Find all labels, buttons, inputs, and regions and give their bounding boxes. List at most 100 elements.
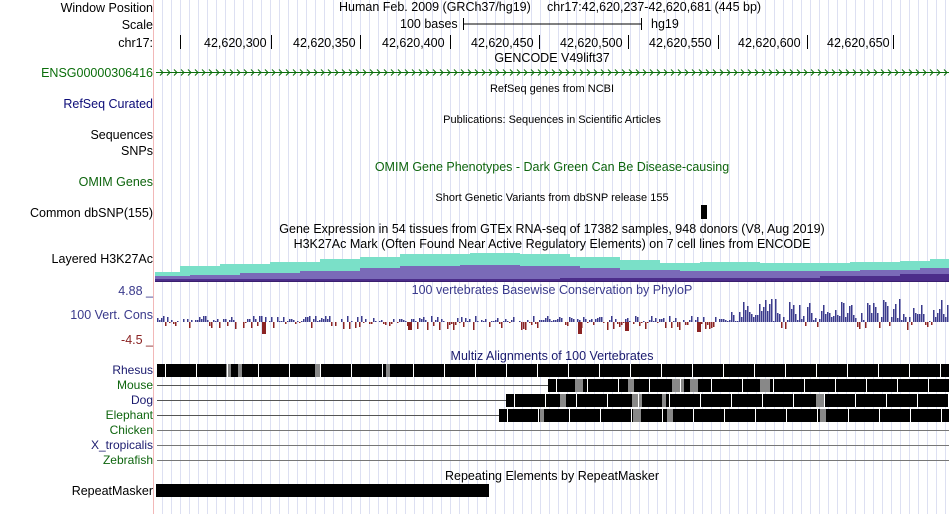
- dbsnp-track-label[interactable]: Common dbSNP(155): [30, 206, 153, 220]
- cons-bar: [711, 322, 713, 328]
- cons-bar: [795, 314, 797, 322]
- cons-bar: [369, 322, 371, 324]
- multiz-gap: [669, 394, 670, 407]
- cons-bar: [321, 318, 323, 322]
- cons-bar: [229, 320, 231, 322]
- cons-bar: [723, 319, 725, 322]
- multiz-gap: [672, 379, 684, 392]
- cons-bar: [169, 322, 171, 323]
- cons-bar: [403, 320, 405, 322]
- repeatmasker-track-label[interactable]: RepeatMasker: [72, 484, 153, 498]
- cons-bar: [262, 322, 266, 334]
- cons-bar: [577, 319, 579, 322]
- genome-browser-image[interactable]: Window Position Scale chr17: Human Feb. …: [0, 0, 950, 514]
- cons-bar: [659, 319, 661, 322]
- multiz-track-title: Multiz Alignments of 100 Vertebrates: [450, 349, 654, 363]
- cons-bar: [227, 322, 229, 326]
- multiz-gap: [855, 394, 856, 407]
- cons-bar: [177, 321, 179, 322]
- cons-bar: [311, 322, 313, 328]
- cons-bar: [249, 319, 251, 322]
- multiz-gap: [537, 364, 538, 377]
- cons-bar: [855, 318, 857, 322]
- cons-bar: [521, 322, 523, 330]
- cons-bar: [349, 322, 351, 329]
- multiz-gap: [848, 409, 849, 422]
- multiz-gap: [755, 409, 756, 422]
- multiz-gap: [742, 379, 743, 392]
- refseq-track-label[interactable]: RefSeq Curated: [63, 97, 153, 111]
- gencode-track-title: GENCODE V49lift37: [494, 51, 610, 65]
- cons-bar: [871, 313, 873, 322]
- species-label-chicken[interactable]: Chicken: [110, 423, 153, 437]
- species-label-dog[interactable]: Dog: [131, 393, 153, 407]
- cons-bar: [587, 322, 589, 323]
- multiz-gap: [886, 394, 887, 407]
- multiz-gap: [600, 409, 601, 422]
- cons-bar: [495, 320, 497, 322]
- multiz-gap: [866, 379, 867, 392]
- cons-bar: [813, 320, 815, 322]
- multiz-gap: [514, 394, 515, 407]
- cons-bar: [601, 317, 603, 322]
- sequences-track-label[interactable]: Sequences: [90, 128, 153, 142]
- cons-bar: [217, 319, 219, 322]
- cons-bar: [897, 318, 899, 322]
- multiz-gap: [762, 394, 763, 407]
- cons-bar: [473, 322, 475, 330]
- cons-bar: [617, 322, 619, 324]
- cons-bar: [233, 320, 235, 322]
- cons-bar: [757, 315, 759, 322]
- cons-bar: [523, 322, 525, 329]
- cons-bar: [305, 317, 307, 322]
- cons-bar: [547, 316, 549, 322]
- cons-bar: [469, 319, 471, 322]
- dbsnp-variant: [701, 205, 707, 219]
- multiz-gap: [816, 394, 824, 407]
- cons-track-label[interactable]: 100 Vert. Cons: [70, 308, 153, 322]
- h3k27ac-track-label[interactable]: Layered H3K27Ac: [52, 252, 153, 266]
- cons-bar: [817, 322, 819, 327]
- multiz-gap: [196, 364, 197, 377]
- cons-bar: [603, 322, 605, 323]
- cons-bar: [437, 317, 439, 322]
- cons-bar: [299, 322, 301, 323]
- cons-bar: [451, 322, 453, 324]
- cons-bar: [211, 322, 213, 328]
- cons-bar: [365, 319, 367, 322]
- cons-bar: [619, 322, 621, 327]
- cons-bar: [889, 322, 891, 326]
- snps-track-label[interactable]: SNPs: [121, 144, 153, 158]
- cons-min-label: -4.5 _: [121, 333, 153, 347]
- species-label-rhesus[interactable]: Rhesus: [112, 363, 153, 377]
- cons-bar: [673, 321, 675, 322]
- cons-bar: [857, 322, 859, 327]
- omim-track-label[interactable]: OMIM Genes: [79, 175, 153, 189]
- cons-bar: [685, 322, 687, 325]
- cons-bar: [739, 312, 741, 322]
- cons-bar: [491, 321, 493, 322]
- cons-bar: [505, 319, 507, 322]
- cons-bar: [761, 311, 763, 322]
- gencode-gene-label[interactable]: ENSG00000306416: [41, 66, 153, 80]
- cons-bar: [541, 320, 543, 322]
- cons-bar: [913, 308, 915, 322]
- cons-bar: [917, 314, 919, 322]
- species-label-mouse[interactable]: Mouse: [117, 378, 153, 392]
- multiz-gap: [878, 364, 879, 377]
- cons-bar: [655, 318, 657, 322]
- species-label-zebrafish[interactable]: Zebrafish: [103, 453, 153, 467]
- cons-bar: [261, 316, 263, 322]
- cons-bar: [257, 322, 259, 326]
- cons-bar: [461, 317, 463, 322]
- cons-bar: [599, 317, 601, 322]
- ruler-tick-label: 42,620,450: [471, 36, 534, 50]
- cons-bar: [271, 317, 273, 322]
- species-label-elephant[interactable]: Elephant: [106, 408, 153, 422]
- cons-bar: [579, 320, 581, 322]
- cons-bar: [499, 322, 501, 324]
- cons-bar: [807, 307, 809, 322]
- species-label-x-tropicalis[interactable]: X_tropicalis: [91, 438, 153, 452]
- multiz-gap: [754, 364, 755, 377]
- cons-bar: [885, 302, 887, 322]
